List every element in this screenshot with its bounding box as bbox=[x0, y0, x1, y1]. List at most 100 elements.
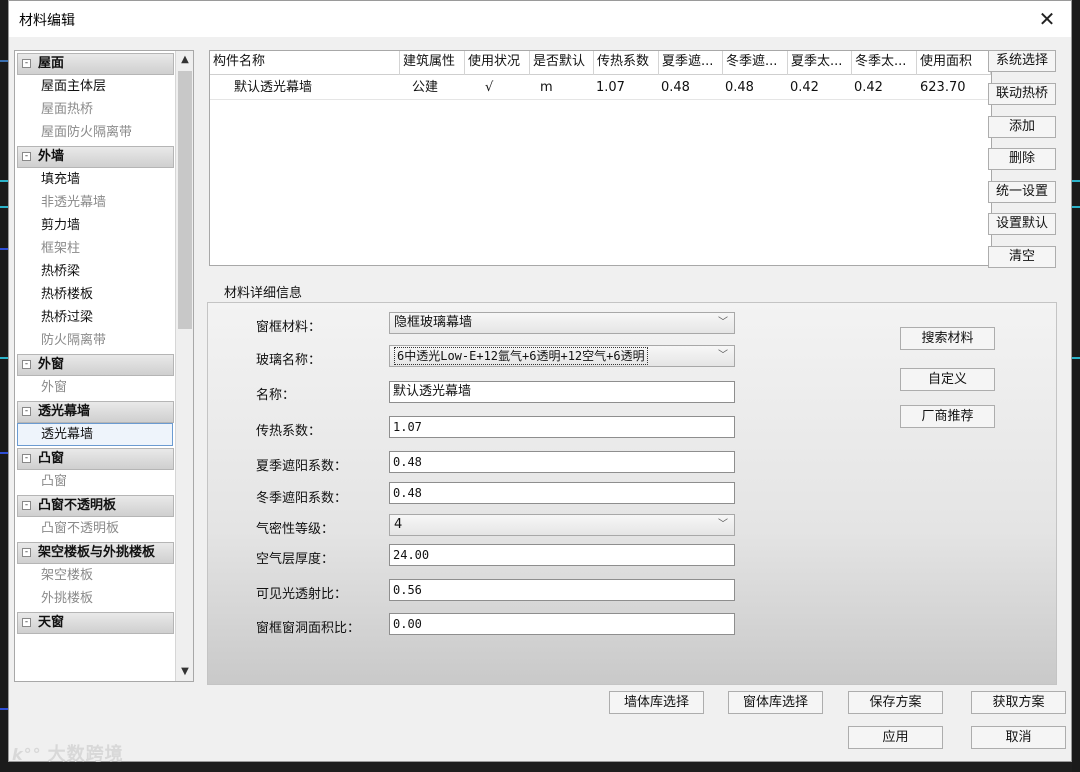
delete-button[interactable]: 删除 bbox=[988, 148, 1056, 170]
apply-button[interactable]: 应用 bbox=[848, 726, 943, 749]
tree-item[interactable]: 框架柱 bbox=[15, 237, 175, 260]
column-header[interactable]: 夏季遮... bbox=[659, 51, 723, 75]
unified-settings-button[interactable]: 统一设置 bbox=[988, 181, 1056, 203]
dialog-title: 材料编辑 bbox=[19, 13, 75, 29]
tree-item[interactable]: 热桥楼板 bbox=[15, 283, 175, 306]
tree-category[interactable]: - 架空楼板与外挑楼板 bbox=[17, 542, 174, 564]
scroll-down-icon[interactable]: ▼ bbox=[176, 663, 193, 681]
collapse-icon[interactable]: - bbox=[22, 360, 31, 369]
name-label: 名称： bbox=[256, 388, 296, 403]
visible-transmittance-label: 可见光透射比： bbox=[256, 587, 348, 602]
tree-item[interactable]: 透光幕墙 bbox=[17, 423, 173, 446]
get-scheme-button[interactable]: 获取方案 bbox=[971, 691, 1066, 714]
tree-category-label: 外窗 bbox=[38, 357, 65, 372]
air-gap-label: 空气层厚度： bbox=[256, 552, 335, 567]
visible-transmittance-input[interactable]: 0.56 bbox=[389, 579, 735, 601]
wall-library-button[interactable]: 墙体库选择 bbox=[609, 691, 704, 714]
tree-item[interactable]: 外窗 bbox=[15, 376, 175, 399]
cancel-button[interactable]: 取消 bbox=[971, 726, 1066, 749]
tree-category[interactable]: - 凸窗 bbox=[17, 448, 174, 470]
save-scheme-button[interactable]: 保存方案 bbox=[848, 691, 943, 714]
collapse-icon[interactable]: - bbox=[22, 152, 31, 161]
close-icon[interactable]: ✕ bbox=[1035, 7, 1059, 31]
column-header[interactable]: 传热系数 bbox=[594, 51, 659, 75]
tree-category[interactable]: - 外墙 bbox=[17, 146, 174, 168]
collapse-icon[interactable]: - bbox=[22, 501, 31, 510]
column-header[interactable]: 夏季太... bbox=[788, 51, 852, 75]
column-header[interactable]: 使用面积 bbox=[917, 51, 991, 75]
search-material-button[interactable]: 搜索材料 bbox=[900, 327, 995, 350]
frame-ratio-input[interactable]: 0.00 bbox=[389, 613, 735, 635]
frame-material-select[interactable]: 隐框玻璃幕墙 ﹀ bbox=[389, 312, 735, 334]
tree-category[interactable]: - 凸窗不透明板 bbox=[17, 495, 174, 517]
chevron-down-icon: ﹀ bbox=[718, 317, 728, 328]
table-cell: 0.48 bbox=[661, 80, 690, 95]
tree-item[interactable]: 热桥梁 bbox=[15, 260, 175, 283]
air-gap-input[interactable]: 24.00 bbox=[389, 544, 735, 566]
vendor-recommend-button[interactable]: 厂商推荐 bbox=[900, 405, 995, 428]
collapse-icon[interactable]: - bbox=[22, 407, 31, 416]
summer-shading-input[interactable]: 0.48 bbox=[389, 451, 735, 473]
tree-category[interactable]: - 外窗 bbox=[17, 354, 174, 376]
table-header: 构件名称 建筑属性 使用状况 是否默认 传热系数 夏季遮... 冬季遮... 夏季太... 冬季… bbox=[210, 51, 991, 75]
column-header[interactable]: 冬季遮... bbox=[723, 51, 788, 75]
tree-item[interactable]: 凸窗不透明板 bbox=[15, 517, 175, 540]
column-header[interactable]: 建筑属性 bbox=[400, 51, 465, 75]
custom-button[interactable]: 自定义 bbox=[900, 368, 995, 391]
tree-category[interactable]: - 屋面 bbox=[17, 53, 174, 75]
link-thermal-bridge-button[interactable]: 联动热桥 bbox=[988, 83, 1056, 105]
tree-category-label: 凸窗 bbox=[38, 451, 65, 466]
add-button[interactable]: 添加 bbox=[988, 116, 1056, 138]
glass-name-select[interactable]: 6中透光Low-E+12氩气+6透明+12空气+6透明 ﹀ bbox=[389, 345, 735, 367]
frame-ratio-label: 窗框窗洞面积比： bbox=[256, 621, 361, 636]
tree-item[interactable]: 剪力墙 bbox=[15, 214, 175, 237]
glass-name-label: 玻璃名称： bbox=[256, 353, 322, 368]
window-library-button[interactable]: 窗体库选择 bbox=[728, 691, 823, 714]
tree-item[interactable]: 填充墙 bbox=[15, 168, 175, 191]
tree-category[interactable]: - 透光幕墙 bbox=[17, 401, 174, 423]
frame-material-label: 窗框材料： bbox=[256, 320, 322, 335]
table-cell: 623.70 bbox=[920, 80, 966, 95]
scroll-thumb[interactable] bbox=[178, 71, 192, 329]
component-table: 构件名称 建筑属性 使用状况 是否默认 传热系数 夏季遮... 冬季遮... 夏季太... 冬季… bbox=[209, 50, 992, 266]
winter-shading-input[interactable]: 0.48 bbox=[389, 482, 735, 504]
tree-category-label: 架空楼板与外挑楼板 bbox=[38, 545, 156, 560]
column-header[interactable]: 冬季太... bbox=[852, 51, 917, 75]
table-row[interactable]: 默认透光幕墙 公建 √ m 1.07 0.48 0.48 0.42 0.42 623.70 bbox=[210, 76, 991, 100]
column-header[interactable]: 使用状况 bbox=[465, 51, 530, 75]
tree-item[interactable]: 热桥过梁 bbox=[15, 306, 175, 329]
u-value-label: 传热系数： bbox=[256, 424, 322, 439]
collapse-icon[interactable]: - bbox=[22, 618, 31, 627]
airtightness-select[interactable]: 4 ﹀ bbox=[389, 514, 735, 536]
tree-item[interactable]: 屋面热桥 bbox=[15, 98, 175, 121]
clear-button[interactable]: 清空 bbox=[988, 246, 1056, 268]
watermark: k°° 大数跨境 bbox=[12, 740, 124, 766]
watermark-text: 大数跨境 bbox=[47, 744, 124, 765]
tree-category[interactable]: - 天窗 bbox=[17, 612, 174, 634]
u-value-input[interactable]: 1.07 bbox=[389, 416, 735, 438]
table-cell: m bbox=[540, 80, 553, 95]
tree-item[interactable]: 屋面主体层 bbox=[15, 75, 175, 98]
table-cell: 0.42 bbox=[790, 80, 819, 95]
table-cell: 默认透光幕墙 bbox=[234, 80, 313, 95]
summer-shading-label: 夏季遮阳系数： bbox=[256, 459, 348, 474]
collapse-icon[interactable]: - bbox=[22, 548, 31, 557]
tree-item[interactable]: 防火隔离带 bbox=[15, 329, 175, 352]
tree-category-label: 天窗 bbox=[38, 615, 65, 630]
set-default-button[interactable]: 设置默认 bbox=[988, 213, 1056, 235]
collapse-icon[interactable]: - bbox=[22, 454, 31, 463]
scroll-up-icon[interactable]: ▲ bbox=[176, 51, 193, 69]
column-header[interactable]: 是否默认 bbox=[530, 51, 594, 75]
tree-item[interactable]: 非透光幕墙 bbox=[15, 191, 175, 214]
chevron-down-icon: ﹀ bbox=[718, 519, 728, 530]
tree-item[interactable]: 屋面防火隔离带 bbox=[15, 121, 175, 144]
tree-item[interactable]: 凸窗 bbox=[15, 470, 175, 493]
tree-item[interactable]: 外挑楼板 bbox=[15, 587, 175, 610]
name-input[interactable]: 默认透光幕墙 bbox=[389, 381, 735, 403]
column-header[interactable]: 构件名称 bbox=[210, 51, 400, 75]
tree-item[interactable]: 架空楼板 bbox=[15, 564, 175, 587]
table-cell: 公建 bbox=[412, 80, 439, 95]
tree-scrollbar[interactable]: ▲ ▼ bbox=[175, 51, 193, 681]
collapse-icon[interactable]: - bbox=[22, 59, 31, 68]
system-select-button[interactable]: 系统选择 bbox=[988, 50, 1056, 72]
